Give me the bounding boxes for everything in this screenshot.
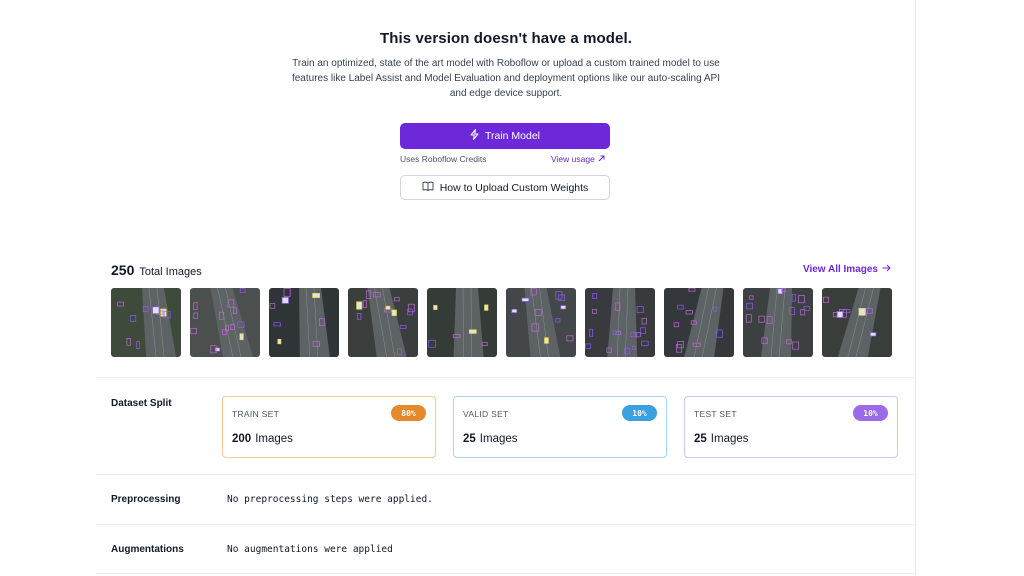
upload-weights-label: How to Upload Custom Weights (439, 181, 589, 194)
empty-model-state: This version doesn't have a model. Train… (96, 30, 916, 101)
image-thumbnail[interactable] (822, 288, 892, 357)
upload-custom-weights-button[interactable]: How to Upload Custom Weights (400, 175, 610, 200)
split-count: 200 (232, 433, 252, 445)
divider (96, 524, 916, 525)
split-count: 25 (463, 433, 476, 445)
total-images-count: 250 (111, 262, 135, 278)
version-panel: This version doesn't have a model. Train… (96, 0, 916, 576)
total-images-label: Total Images (139, 266, 202, 278)
split-unit: Images (479, 433, 518, 445)
empty-state-title: This version doesn't have a model. (379, 30, 633, 47)
valid-set-card: VALID SET 10% 25 Images (453, 396, 667, 458)
book-icon (422, 181, 434, 194)
test-set-card: TEST SET 10% 25 Images (684, 396, 898, 458)
image-thumbnail[interactable] (190, 288, 260, 357)
image-thumbnail[interactable] (743, 288, 813, 357)
arrow-right-icon (882, 264, 891, 275)
credits-note: Uses Roboflow Credits (400, 154, 487, 164)
preprocessing-value: No preprocessing steps were applied. (227, 494, 433, 505)
split-unit: Images (255, 433, 293, 445)
split-percent-badge: 10% (853, 405, 888, 421)
augmentations-value: No augmentations were applied (227, 544, 393, 555)
dataset-split-label: Dataset Split (111, 398, 172, 409)
image-thumbnail[interactable] (348, 288, 418, 357)
train-model-button[interactable]: Train Model (400, 123, 610, 149)
view-all-images-link[interactable]: View All Images (803, 264, 891, 275)
view-usage-link[interactable]: View usage (551, 154, 605, 164)
divider (96, 474, 916, 475)
view-usage-label: View usage (551, 154, 595, 164)
image-thumbnail[interactable] (269, 288, 339, 357)
image-thumbnails (111, 288, 892, 357)
image-thumbnail[interactable] (664, 288, 734, 357)
divider (96, 377, 916, 378)
lightning-icon (470, 129, 479, 143)
split-unit: Images (710, 433, 749, 445)
preprocessing-label: Preprocessing (111, 494, 181, 505)
image-thumbnail[interactable] (427, 288, 497, 357)
split-count: 25 (694, 433, 707, 445)
train-set-card: TRAIN SET 80% 200 Images (222, 396, 436, 458)
image-thumbnail[interactable] (506, 288, 576, 357)
split-percent-badge: 80% (391, 405, 426, 421)
external-arrow-icon (598, 154, 605, 164)
augmentations-label: Augmentations (111, 544, 184, 555)
total-images-heading: 250 Total Images (111, 262, 202, 278)
image-thumbnail[interactable] (111, 288, 181, 357)
view-all-label: View All Images (802, 264, 878, 275)
split-percent-badge: 10% (622, 405, 657, 421)
train-model-label: Train Model (484, 130, 541, 142)
divider (96, 573, 916, 574)
empty-state-description: Train an optimized, state of the art mod… (291, 58, 721, 99)
image-thumbnail[interactable] (585, 288, 655, 357)
